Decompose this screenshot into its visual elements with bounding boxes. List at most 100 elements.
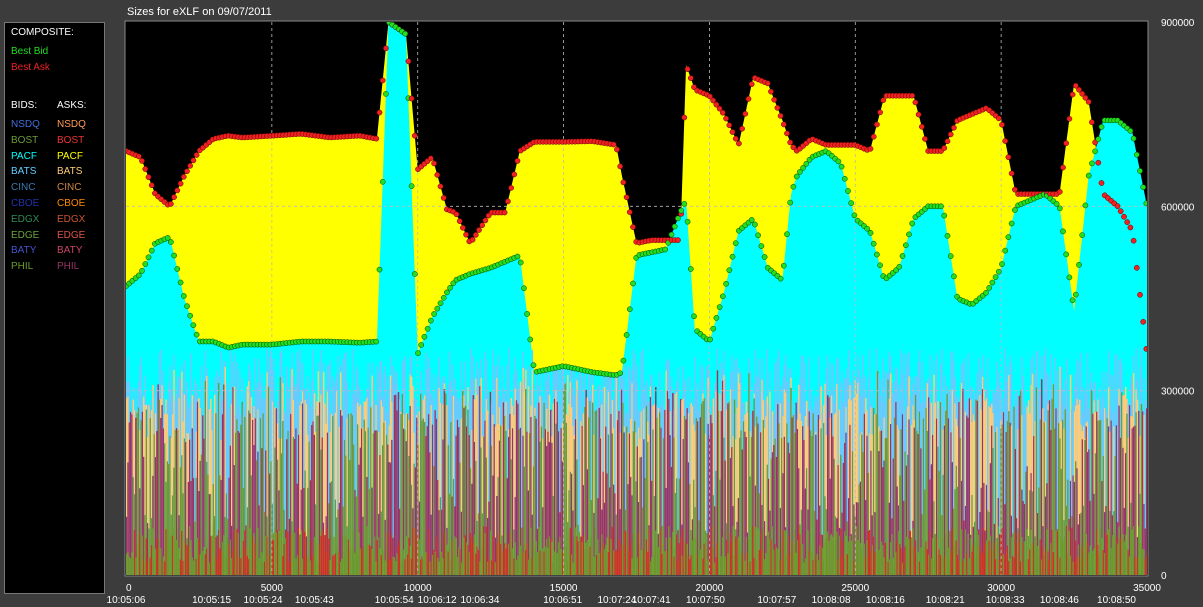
bost-band [1039,539,1042,575]
phil-band [918,411,921,575]
bost-band [362,547,364,575]
bost-band [739,540,741,575]
best-bid-point [1069,297,1076,304]
bost-band [318,544,321,575]
bost-band [149,557,152,575]
bost-band [1142,548,1144,575]
best-ask-point [719,109,726,116]
best-ask-point [1008,170,1015,177]
bost-band [1122,533,1124,575]
bost-band [953,529,955,575]
bost-band [624,530,627,575]
bost-band [909,530,912,575]
bost-band [238,556,241,575]
bost-band [168,543,170,575]
phil-band [456,419,459,575]
best-bid-point [790,183,797,190]
bost-band [1090,553,1093,575]
best-bid-point [758,243,765,249]
bost-band [693,538,695,575]
phil-band [317,415,320,575]
phil-band [718,410,720,575]
bost-band [1107,529,1110,575]
bost-band [170,535,173,575]
bost-band [1093,548,1095,575]
bost-band [527,559,530,575]
best-bid-point [944,232,951,239]
bost-band [765,553,767,575]
bost-band [775,546,778,575]
bost-band [400,553,402,575]
bost-band [565,545,568,575]
time-label: 10:06:34 [460,595,499,606]
bost-band [244,530,246,575]
bost-band [1086,542,1089,575]
bost-band [653,550,656,575]
best-bid-point [671,223,678,230]
bost-band [422,559,425,575]
bost-band [375,561,377,575]
bost-band [800,543,803,575]
bost-band [887,561,889,575]
best-bid-point [989,279,996,286]
bost-band [301,558,304,575]
best-bid-point [684,218,691,225]
bost-band [593,556,595,575]
best-ask-point [732,135,739,142]
best-bid-point [1066,274,1073,281]
bost-band [157,547,160,575]
bost-band [561,551,564,575]
bost-band [756,559,758,575]
bost-band [446,544,448,575]
bost-band [626,532,628,575]
bost-band [882,545,884,575]
bost-band [1106,534,1109,575]
bost-band [1127,549,1130,575]
bost-band [430,562,433,575]
bost-band [234,526,237,575]
bost-band [847,541,850,575]
time-label: 10:08:50 [1097,595,1136,606]
phil-band [564,383,566,575]
bost-band [228,543,230,575]
best-ask-point [687,75,694,81]
bost-band [842,541,845,575]
bost-band [245,547,247,575]
best-ask-point [174,187,181,194]
bost-band [1089,545,1092,575]
bost-band [493,561,496,575]
bost-band [206,548,208,575]
bost-band [404,559,406,575]
phil-band [652,429,654,575]
phil-band [518,429,521,575]
bost-band [867,531,870,575]
bost-band [832,536,834,575]
best-ask-point [148,182,155,189]
bost-band [442,558,444,575]
phil-band [553,399,556,575]
time-label: 10:06:12 [418,595,457,606]
bost-band [960,529,963,575]
bost-band [664,551,666,575]
bost-band [836,531,838,575]
bost-band [595,554,598,575]
bost-band [204,554,207,575]
best-bid-point [681,201,688,207]
bost-band [178,548,181,575]
bost-band [1050,543,1052,575]
best-ask-point [411,132,418,139]
phil-band [393,395,396,575]
phil-band [595,409,598,575]
bost-band [829,535,832,575]
bost-band [174,541,177,575]
bost-band [930,558,933,575]
bost-band [355,550,358,575]
bost-band [405,536,408,575]
phil-band [493,424,496,575]
bost-band [1100,529,1102,575]
bost-band [519,545,522,575]
phil-band [1128,405,1131,575]
bost-band [420,559,422,575]
best-bid-point [617,370,624,377]
phil-band [556,401,559,575]
